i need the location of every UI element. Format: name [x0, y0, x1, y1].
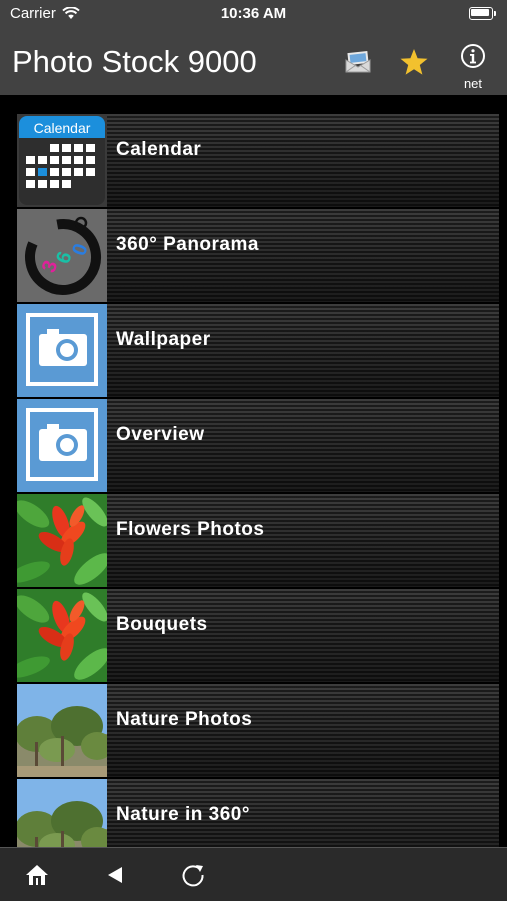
- app-title: Photo Stock 9000: [12, 44, 257, 79]
- refresh-icon: [182, 865, 204, 887]
- list-item-calendar[interactable]: Calendar Calendar: [17, 114, 499, 207]
- net-label: net: [463, 76, 483, 91]
- refresh-button[interactable]: [176, 858, 210, 892]
- list-item-nature[interactable]: Nature Photos: [17, 684, 499, 777]
- list-item-label: Bouquets: [116, 614, 208, 635]
- list-item-label: Wallpaper: [116, 329, 211, 350]
- navigation-bar: Photo Stock 9000 net: [0, 30, 507, 95]
- mail-photo-icon: [345, 50, 371, 73]
- info-button[interactable]: [453, 36, 493, 76]
- list-item-label: Overview: [116, 424, 205, 445]
- mail-button[interactable]: [338, 42, 378, 82]
- list-item-panorama[interactable]: 3 6 0 360° Panorama: [17, 209, 499, 302]
- list-item-wallpaper[interactable]: Wallpaper: [17, 304, 499, 397]
- nature-photo: [17, 779, 107, 847]
- list-item-label: Nature Photos: [116, 709, 253, 730]
- info-icon: [461, 44, 485, 68]
- back-button[interactable]: [98, 858, 132, 892]
- calendar-thumb-text: Calendar: [33, 120, 91, 136]
- list-item-label: Flowers Photos: [116, 519, 265, 540]
- list-item-label: Nature in 360°: [116, 804, 250, 825]
- status-time: 10:36 AM: [220, 5, 287, 22]
- home-icon: [26, 865, 48, 885]
- list-item-label: Calendar: [116, 139, 202, 160]
- favorites-button[interactable]: [394, 42, 434, 82]
- star-icon: [400, 49, 428, 75]
- panorama-360-icon: 3 6 0: [17, 209, 107, 302]
- home-button[interactable]: [20, 858, 54, 892]
- camera-icon: [17, 304, 107, 397]
- status-bar: Carrier 10:36 AM: [0, 0, 507, 30]
- calendar-icon: Calendar: [17, 114, 107, 207]
- camera-icon: [17, 399, 107, 492]
- list-item-label: 360° Panorama: [116, 234, 259, 255]
- list-item-flowers[interactable]: Flowers Photos: [17, 494, 499, 587]
- flower-photo: [17, 494, 107, 587]
- back-arrow-icon: [108, 867, 122, 883]
- list-item-overview[interactable]: Overview: [17, 399, 499, 492]
- bottom-toolbar: [0, 847, 507, 901]
- nature-photo: [17, 684, 107, 777]
- flower-photo: [17, 589, 107, 682]
- battery-icon: [469, 7, 496, 20]
- category-list[interactable]: Calendar Calendar 3 6 0 360° Panorama Wa…: [0, 95, 507, 847]
- list-item-nature-360[interactable]: Nature in 360°: [17, 779, 499, 847]
- list-item-bouquets[interactable]: Bouquets: [17, 589, 499, 682]
